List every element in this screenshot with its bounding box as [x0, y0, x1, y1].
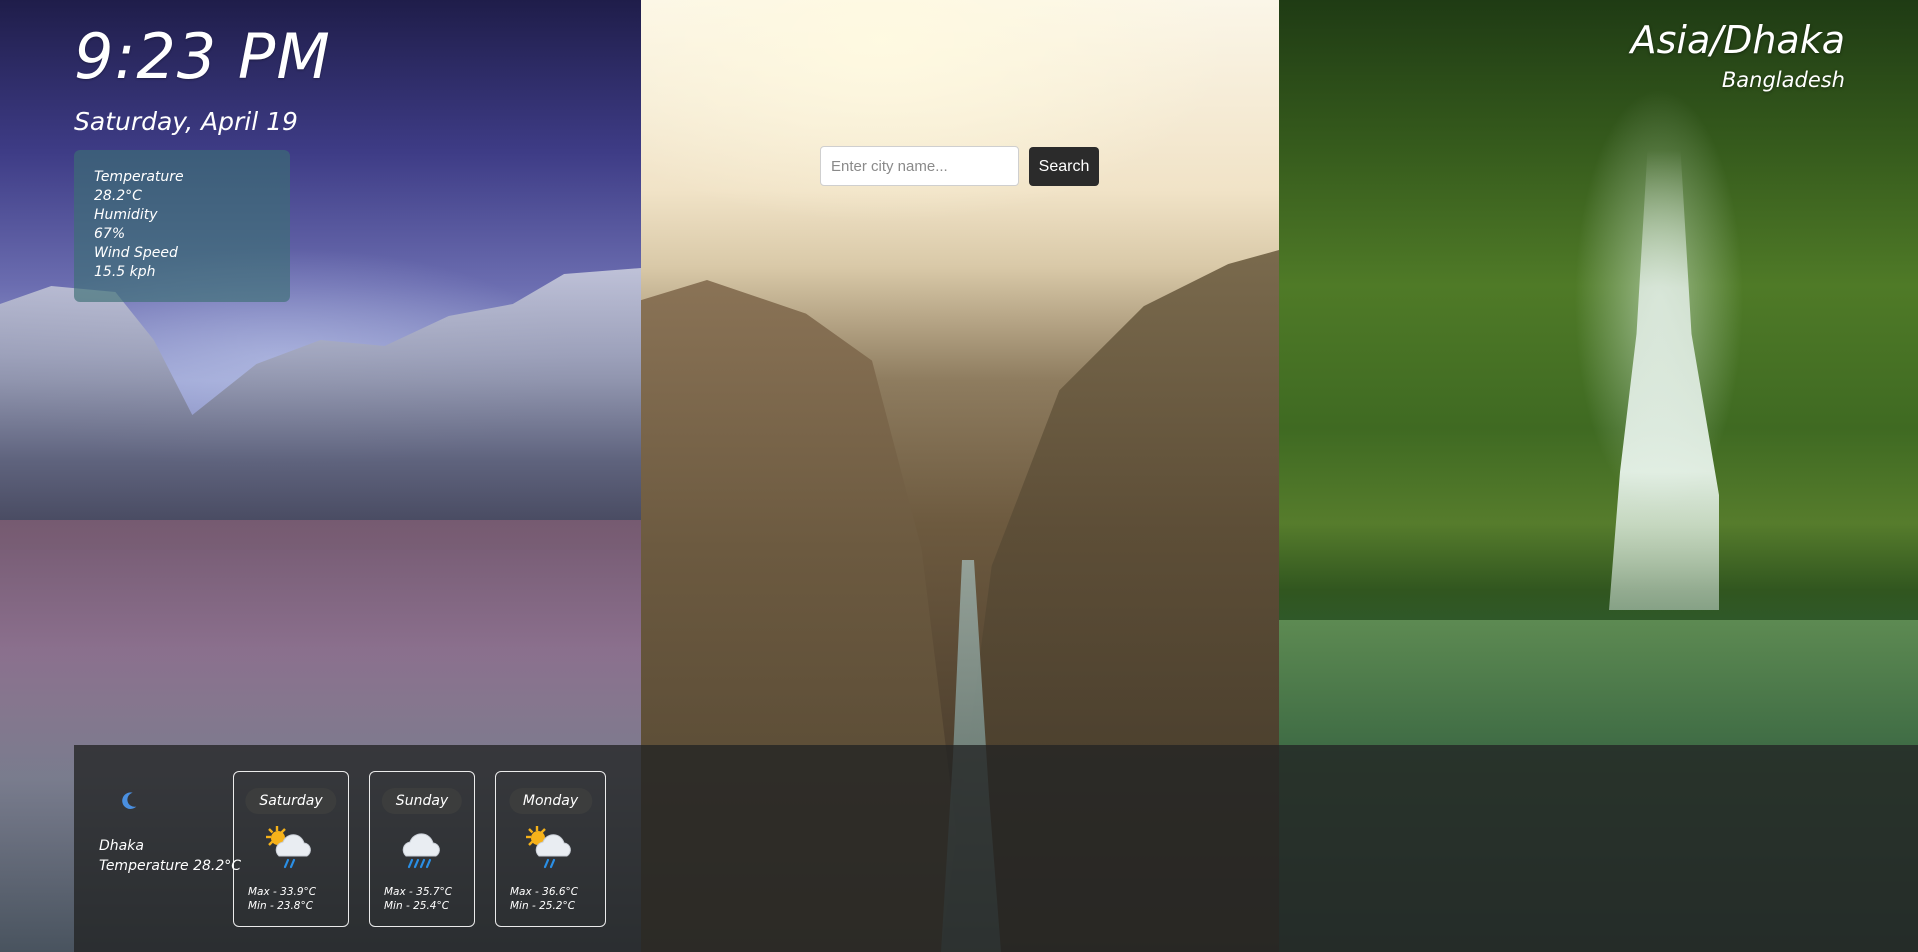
- forecast-bar: [74, 745, 1918, 952]
- moon-icon: [122, 792, 137, 809]
- search-button[interactable]: Search: [1029, 147, 1099, 186]
- background-waterfall: [1609, 150, 1719, 610]
- cloud-rain-icon: [402, 833, 440, 869]
- clock-time: 9:23 PM: [74, 20, 331, 93]
- wind-speed-value: 15.5 kph: [94, 264, 156, 280]
- sun-cloud-rain-icon: [525, 826, 571, 869]
- weather-details-card: Temperature 28.2°C Humidity 67% Wind Spe…: [74, 150, 290, 302]
- temperature-label: Temperature: [94, 169, 184, 185]
- forecast-day: Saturday: [245, 788, 337, 814]
- current-temperature: Temperature 28.2°C: [99, 858, 242, 874]
- forecast-card: Saturday Max - 33.9°C Min - 23.8°C: [233, 771, 349, 927]
- clock-date: Saturday, April 19: [74, 107, 298, 136]
- location-country: Bangladesh: [1721, 68, 1845, 92]
- forecast-max: Max - 35.7°C: [384, 886, 453, 898]
- forecast-max: Max - 33.9°C: [248, 886, 317, 898]
- forecast-min: Min - 23.8°C: [248, 900, 314, 912]
- humidity-label: Humidity: [94, 207, 158, 223]
- temperature-value: 28.2°C: [94, 188, 142, 204]
- forecast-card: Sunday Max - 35.7°C Min - 25.4°C: [369, 771, 475, 927]
- sun-cloud-rain-icon: [266, 826, 311, 869]
- forecast-day: Sunday: [381, 788, 463, 814]
- wind-speed-label: Wind Speed: [94, 245, 178, 261]
- current-city: Dhaka: [99, 838, 144, 854]
- city-search-input[interactable]: [820, 146, 1019, 186]
- forecast-min: Min - 25.4°C: [384, 900, 450, 912]
- forecast-min: Min - 25.2°C: [510, 900, 576, 912]
- forecast-day: Monday: [508, 788, 593, 814]
- forecast-card: Monday Max - 36.6°C Min - 25.2°C: [495, 771, 606, 927]
- humidity-value: 67%: [94, 226, 126, 242]
- location-timezone: Asia/Dhaka: [1630, 18, 1845, 62]
- forecast-max: Max - 36.6°C: [510, 886, 579, 898]
